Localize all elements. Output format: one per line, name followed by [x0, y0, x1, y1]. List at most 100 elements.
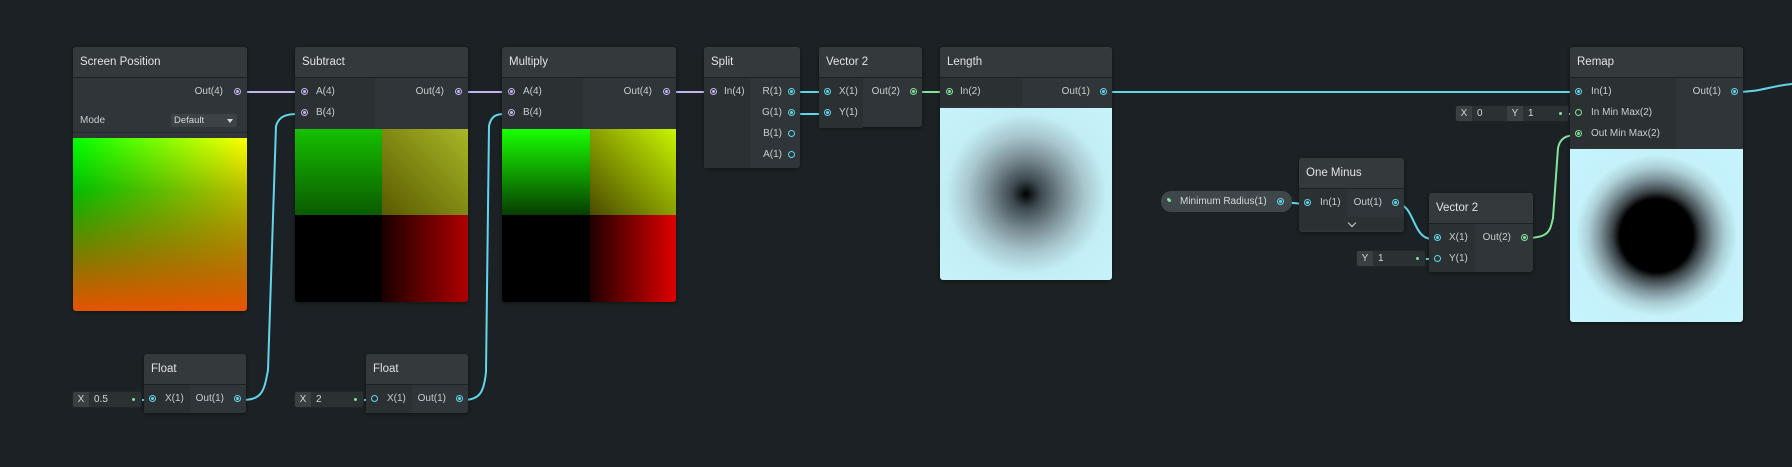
input-port-row[interactable]: X(1): [819, 82, 863, 103]
multiply-node[interactable]: Multiply A(4) B(4) Out(4): [502, 47, 676, 302]
port-label: Out(2): [871, 86, 900, 97]
input-port[interactable]: [301, 88, 308, 95]
output-port[interactable]: [1392, 199, 1399, 206]
input-port[interactable]: [824, 88, 831, 95]
node-title[interactable]: One Minus: [1299, 158, 1404, 189]
node-title[interactable]: Vector 2: [1429, 193, 1533, 224]
input-port[interactable]: [1434, 234, 1441, 241]
input-port[interactable]: [508, 88, 515, 95]
output-port[interactable]: [788, 130, 795, 137]
output-port[interactable]: [1100, 88, 1107, 95]
one-minus-node[interactable]: One Minus In(1) Out(1): [1299, 158, 1404, 232]
field-value[interactable]: 2: [311, 394, 322, 405]
output-port-row[interactable]: Out(2): [1475, 228, 1533, 249]
input-port[interactable]: [1304, 199, 1311, 206]
node-title[interactable]: Length: [940, 47, 1112, 78]
float-x-field[interactable]: X 0.5: [73, 392, 141, 407]
output-port[interactable]: [234, 395, 241, 402]
input-port[interactable]: [508, 109, 515, 116]
output-port-row[interactable]: Out(1): [190, 389, 246, 410]
input-port-row[interactable]: In(1): [1299, 193, 1347, 214]
remap-in-min-max-field[interactable]: X0Y1: [1456, 106, 1568, 121]
property-node[interactable]: Minimum Radius(1): [1161, 191, 1292, 212]
expand-chevron-icon[interactable]: [1299, 217, 1404, 230]
output-port-row[interactable]: Out(1): [1348, 193, 1404, 214]
output-port[interactable]: [456, 395, 463, 402]
output-port-row[interactable]: Out(4): [378, 82, 468, 103]
input-port[interactable]: [1575, 130, 1582, 137]
output-port[interactable]: [234, 88, 241, 95]
float-x-field[interactable]: X2: [295, 392, 363, 407]
node-title[interactable]: Vector 2: [819, 47, 922, 78]
input-port-row[interactable]: A(4): [502, 82, 583, 103]
output-port[interactable]: [788, 151, 795, 158]
node-title[interactable]: Multiply: [502, 47, 676, 78]
input-port-row[interactable]: In(4): [704, 82, 750, 103]
input-port[interactable]: [149, 395, 156, 402]
input-port[interactable]: [1575, 88, 1582, 95]
float-node[interactable]: Float X(1) Out(1): [144, 354, 246, 413]
output-port-row[interactable]: Out(4): [586, 82, 676, 103]
output-port-row[interactable]: R(1): [750, 82, 800, 103]
output-port[interactable]: [788, 88, 795, 95]
output-port-row[interactable]: Out(2): [864, 82, 922, 103]
input-port-row[interactable]: X(1): [144, 389, 190, 410]
mode-dropdown[interactable]: Default: [171, 114, 237, 127]
input-port-row[interactable]: B(4): [295, 103, 375, 124]
preview-overlay: [73, 138, 247, 311]
screen-position-node[interactable]: Screen Position Out(4) Mode Default: [73, 47, 247, 311]
output-port-row[interactable]: G(1): [750, 103, 800, 124]
remap-node[interactable]: Remap In(1) In Min Max(2) Out Min Max(2)…: [1570, 47, 1743, 322]
subtract-node[interactable]: Subtract A(4) B(4) Out(4): [295, 47, 468, 302]
input-port[interactable]: [824, 109, 831, 116]
node-title[interactable]: Split: [704, 47, 800, 78]
vector2-y-field[interactable]: Y1: [1357, 251, 1425, 266]
input-port[interactable]: [301, 109, 308, 116]
input-port-row[interactable]: X(1): [1429, 228, 1475, 249]
field-value[interactable]: 1: [1373, 253, 1384, 264]
port-label: Out(1): [1692, 86, 1721, 97]
output-port[interactable]: [910, 88, 917, 95]
output-port[interactable]: [788, 109, 795, 116]
port-label: Y(1): [1449, 253, 1468, 264]
output-port[interactable]: [1521, 234, 1528, 241]
output-port-row[interactable]: Out(1): [412, 389, 468, 410]
input-port[interactable]: [710, 88, 717, 95]
output-port-row[interactable]: B(1): [750, 124, 800, 145]
output-port[interactable]: [1277, 198, 1284, 205]
input-port-row[interactable]: Y(1): [1429, 249, 1475, 270]
field-value[interactable]: 0.5: [89, 394, 108, 405]
input-port[interactable]: [371, 395, 378, 402]
node-title[interactable]: Float: [366, 354, 468, 385]
output-port-row[interactable]: Out(4): [73, 82, 247, 103]
length-node[interactable]: Length In(2) Out(1): [940, 47, 1112, 280]
vector2-node[interactable]: Vector 2 X(1) Y(1) Out(2): [1429, 193, 1533, 272]
field-value[interactable]: 1: [1523, 108, 1534, 119]
field-value[interactable]: 0: [1472, 106, 1507, 121]
port-label: Out(4): [194, 86, 223, 97]
input-port-row[interactable]: A(4): [295, 82, 375, 103]
node-title[interactable]: Screen Position: [73, 47, 247, 78]
node-title[interactable]: Remap: [1570, 47, 1743, 78]
output-port-row[interactable]: A(1): [750, 145, 800, 166]
vector2-node[interactable]: Vector 2 X(1) Y(1) Out(2): [819, 47, 922, 128]
input-port-row[interactable]: In(2): [940, 82, 1022, 103]
input-port-row[interactable]: X(1): [366, 389, 412, 410]
float-node[interactable]: Float X(1) Out(1): [366, 354, 468, 413]
output-port[interactable]: [1731, 88, 1738, 95]
node-title[interactable]: Subtract: [295, 47, 468, 78]
input-port-row[interactable]: In Min Max(2): [1570, 103, 1676, 124]
output-port-row[interactable]: Out(1): [1022, 82, 1112, 103]
split-node[interactable]: Split In(4) R(1) G(1) B(1) A(1): [704, 47, 800, 168]
output-port[interactable]: [663, 88, 670, 95]
input-port-row[interactable]: In(1): [1570, 82, 1676, 103]
input-port-row[interactable]: Y(1): [819, 103, 863, 124]
input-port[interactable]: [1434, 255, 1441, 262]
input-port[interactable]: [946, 88, 953, 95]
output-port[interactable]: [455, 88, 462, 95]
node-title[interactable]: Float: [144, 354, 246, 385]
input-port-row[interactable]: Out Min Max(2): [1570, 124, 1676, 145]
input-port-row[interactable]: B(4): [502, 103, 583, 124]
input-port[interactable]: [1575, 109, 1582, 116]
output-port-row[interactable]: Out(1): [1676, 82, 1743, 103]
